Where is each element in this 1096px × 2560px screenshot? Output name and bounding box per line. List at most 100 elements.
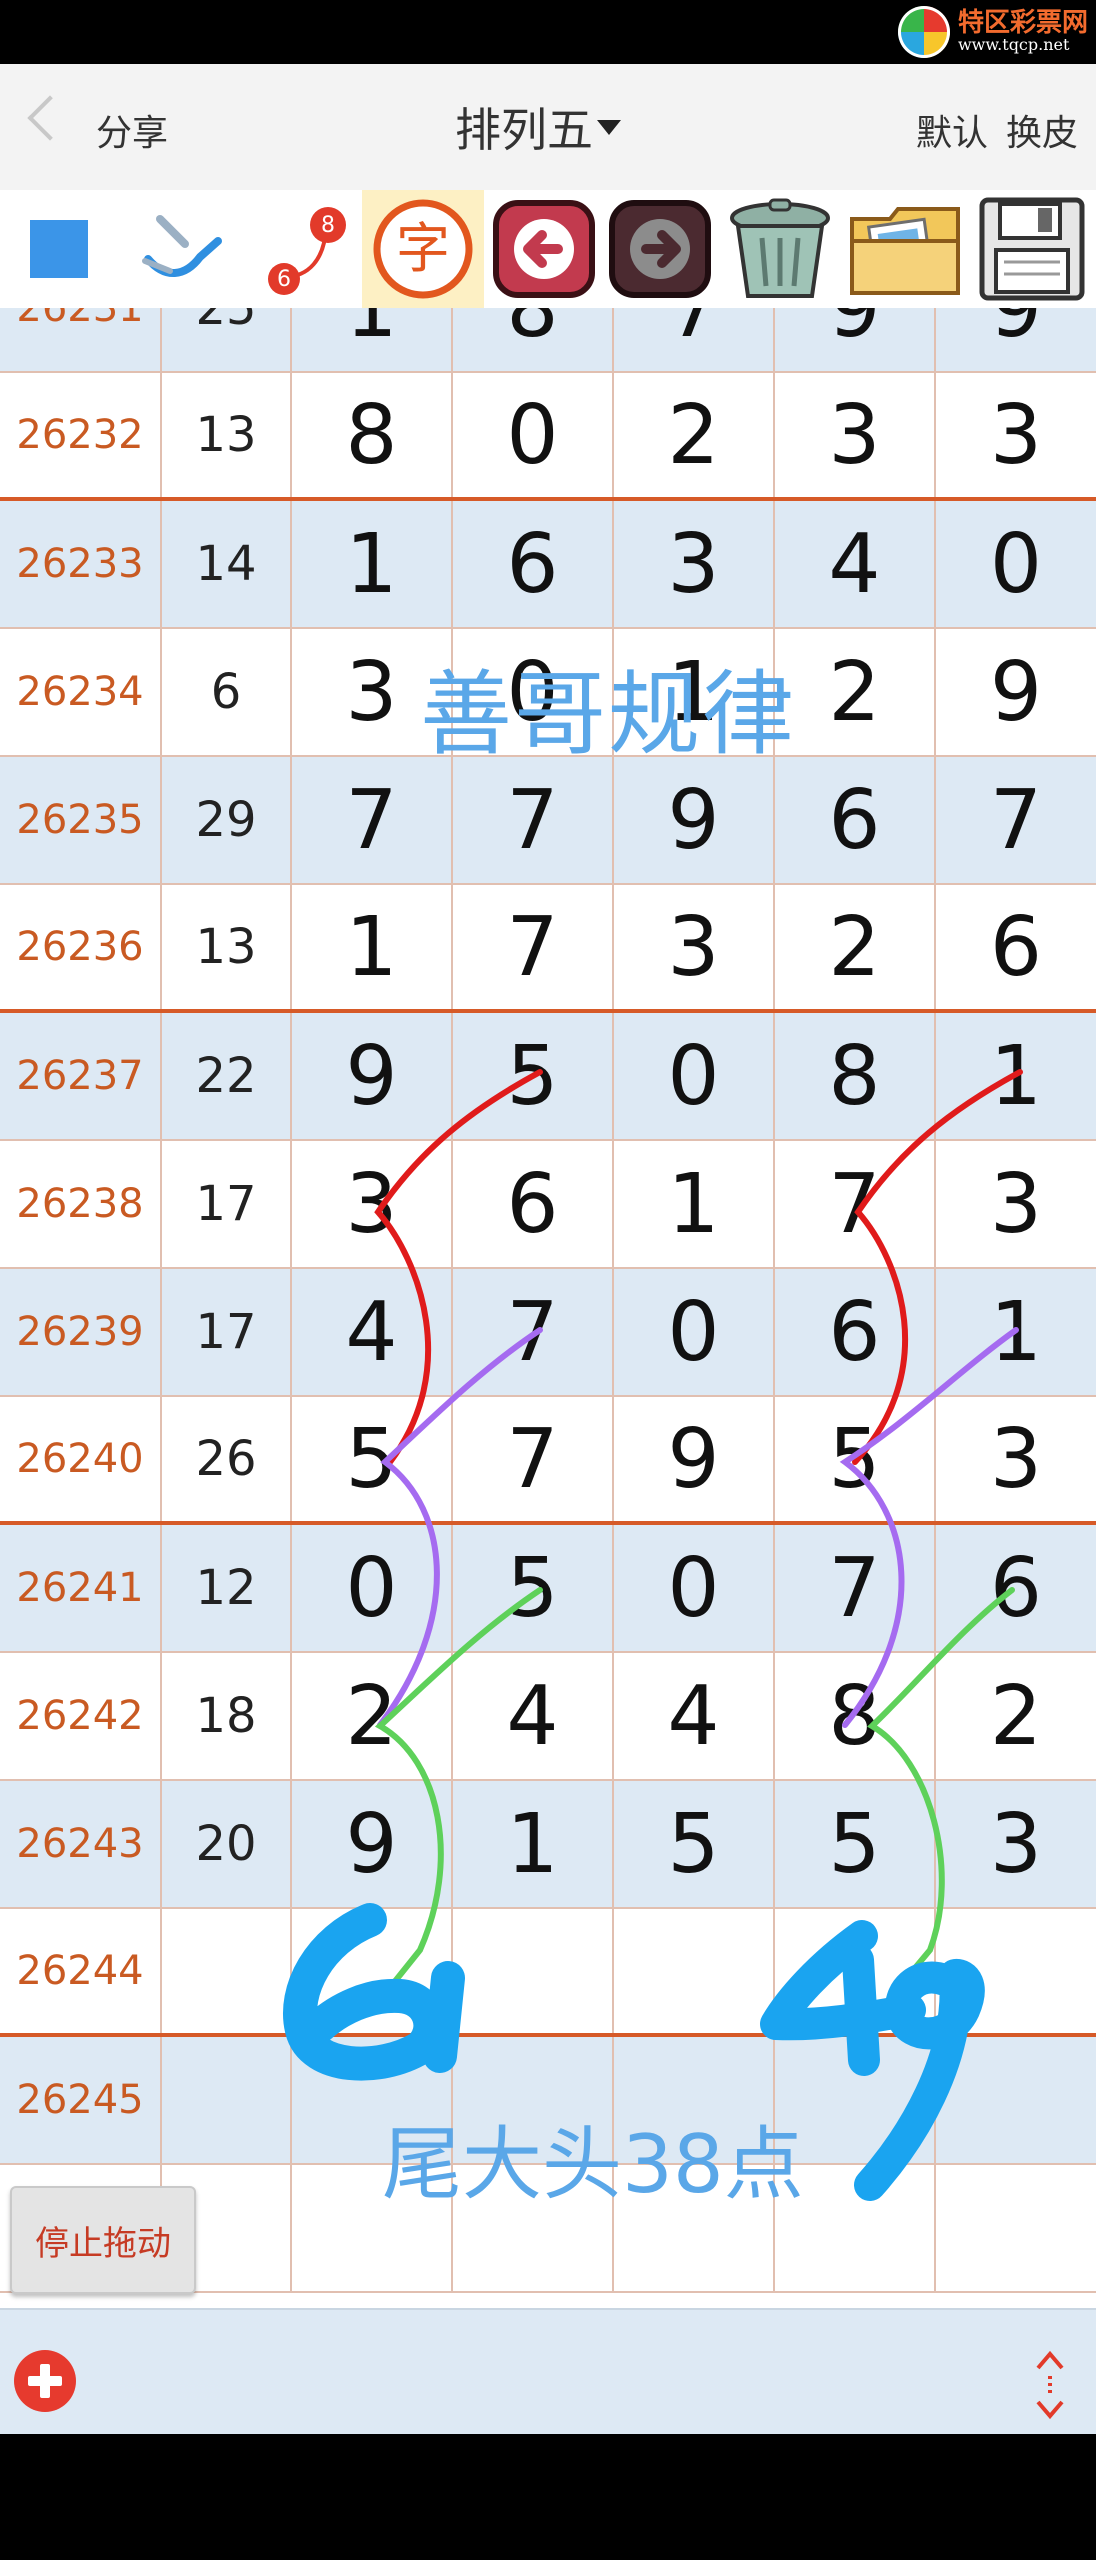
digit-cell-3[interactable]: 7 — [614, 308, 775, 371]
digit-cell-5[interactable]: 2 — [936, 1653, 1096, 1779]
digit-cell-3[interactable]: 2 — [614, 373, 775, 497]
connect-tool-button[interactable]: 8 6 — [250, 190, 358, 308]
table-row[interactable]: 26240 26 5 7 9 5 3 — [0, 1397, 1096, 1525]
digit-cell-3[interactable]: 0 — [614, 1013, 775, 1139]
digit-cell-3[interactable]: 1 — [614, 1141, 775, 1267]
digit-cell-2[interactable]: 7 — [453, 757, 614, 883]
digit-cell-1[interactable]: 9 — [292, 1013, 453, 1139]
digit-cell-2[interactable]: 8 — [453, 308, 614, 371]
digit-cell-1[interactable]: 5 — [292, 1397, 453, 1521]
share-button[interactable]: 分享 — [96, 104, 168, 156]
digit-cell-3[interactable]: 0 — [614, 1525, 775, 1651]
digit-cell-5[interactable] — [936, 2165, 1096, 2291]
table-row[interactable]: 26238 17 3 6 1 7 3 — [0, 1141, 1096, 1269]
digit-cell-5[interactable] — [936, 2037, 1096, 2163]
table-row[interactable]: 26243 20 9 1 5 5 3 — [0, 1781, 1096, 1909]
digit-cell-5[interactable]: 1 — [936, 1013, 1096, 1139]
digit-cell-1[interactable]: 4 — [292, 1269, 453, 1395]
add-icon[interactable] — [14, 2350, 76, 2412]
digit-cell-2[interactable]: 0 — [453, 373, 614, 497]
table-row[interactable]: 26235 29 7 7 9 6 7 — [0, 757, 1096, 885]
table-row[interactable]: 26242 18 2 4 4 8 2 — [0, 1653, 1096, 1781]
digit-cell-2[interactable]: 5 — [453, 1013, 614, 1139]
table-row[interactable]: 26239 17 4 7 0 6 1 — [0, 1269, 1096, 1397]
table-row[interactable]: 26233 14 1 6 3 4 0 — [0, 501, 1096, 629]
digit-cell-4[interactable]: 4 — [775, 501, 936, 627]
digit-cell-1[interactable]: 7 — [292, 757, 453, 883]
digit-cell-1[interactable]: 1 — [292, 308, 453, 371]
table-row[interactable]: 26236 13 1 7 3 2 6 — [0, 885, 1096, 1013]
digit-cell-5[interactable]: 3 — [936, 1141, 1096, 1267]
redo-button[interactable] — [604, 190, 716, 308]
digit-cell-2[interactable]: 1 — [453, 1781, 614, 1907]
digit-cell-2[interactable] — [453, 1909, 614, 2033]
digit-cell-4[interactable]: 2 — [775, 885, 936, 1009]
digit-cell-1[interactable]: 2 — [292, 1653, 453, 1779]
digit-cell-5[interactable]: 3 — [936, 373, 1096, 497]
digit-cell-5[interactable] — [936, 1909, 1096, 2033]
table-row[interactable]: 26231 25 1 8 7 9 9 — [0, 308, 1096, 373]
digit-cell-4[interactable]: 7 — [775, 1525, 936, 1651]
digit-cell-3[interactable]: 3 — [614, 501, 775, 627]
color-picker-button[interactable] — [0, 190, 118, 308]
digit-cell-5[interactable]: 7 — [936, 757, 1096, 883]
digit-cell-4[interactable]: 8 — [775, 1013, 936, 1139]
digit-cell-1[interactable]: 9 — [292, 1781, 453, 1907]
digit-cell-2[interactable]: 7 — [453, 1269, 614, 1395]
digit-cell-4[interactable]: 5 — [775, 1781, 936, 1907]
undo-button[interactable] — [488, 190, 600, 308]
digit-cell-3[interactable] — [614, 1909, 775, 2033]
digit-cell-3[interactable]: 5 — [614, 1781, 775, 1907]
table-row[interactable]: 26232 13 8 0 2 3 3 — [0, 373, 1096, 501]
digit-cell-2[interactable]: 4 — [453, 1653, 614, 1779]
digit-cell-2[interactable]: 7 — [453, 885, 614, 1009]
digit-cell-5[interactable]: 0 — [936, 501, 1096, 627]
default-button[interactable]: 默认 — [916, 104, 988, 156]
digit-cell-4[interactable]: 9 — [775, 308, 936, 371]
table-row[interactable]: 26237 22 9 5 0 8 1 — [0, 1013, 1096, 1141]
up-down-arrows-icon[interactable] — [1032, 2350, 1068, 2420]
digit-cell-3[interactable]: 3 — [614, 885, 775, 1009]
title-dropdown[interactable]: 排列五 — [455, 94, 621, 160]
digit-cell-4[interactable]: 6 — [775, 757, 936, 883]
pen-tool-button[interactable] — [122, 190, 248, 308]
digit-cell-4[interactable] — [775, 1909, 936, 2033]
digit-cell-5[interactable]: 9 — [936, 308, 1096, 371]
save-button[interactable] — [968, 190, 1096, 308]
digit-cell-1[interactable]: 1 — [292, 501, 453, 627]
digit-cell-2[interactable]: 5 — [453, 1525, 614, 1651]
digit-cell-2[interactable]: 6 — [453, 1141, 614, 1267]
digit-cell-1[interactable]: 8 — [292, 373, 453, 497]
digit-cell-1[interactable]: 3 — [292, 1141, 453, 1267]
digit-cell-3[interactable]: 9 — [614, 757, 775, 883]
digit-cell-5[interactable]: 3 — [936, 1397, 1096, 1521]
digit-cell-4[interactable]: 7 — [775, 1141, 936, 1267]
delete-button[interactable] — [720, 190, 840, 308]
digit-cell-2[interactable]: 7 — [453, 1397, 614, 1521]
image-folder-button[interactable] — [844, 190, 966, 308]
digit-cell-4[interactable]: 3 — [775, 373, 936, 497]
change-skin-button[interactable]: 换皮 — [1006, 104, 1078, 156]
digit-cell-5[interactable]: 6 — [936, 1525, 1096, 1651]
digit-cell-3[interactable]: 9 — [614, 1397, 775, 1521]
digit-cell-5[interactable]: 1 — [936, 1269, 1096, 1395]
digit-cell-5[interactable]: 9 — [936, 629, 1096, 755]
digit-cell-5[interactable]: 6 — [936, 885, 1096, 1009]
char-toggle-button[interactable]: 字 — [362, 190, 484, 308]
digit-cell-5[interactable]: 3 — [936, 1781, 1096, 1907]
digit-cell-4[interactable]: 6 — [775, 1269, 936, 1395]
digit-cell-4[interactable]: 8 — [775, 1653, 936, 1779]
table-row[interactable]: 26241 12 0 5 0 7 6 — [0, 1525, 1096, 1653]
digit-cell-3[interactable]: 0 — [614, 1269, 775, 1395]
back-chevron-icon[interactable] — [27, 95, 73, 141]
digit-cell-4[interactable]: 5 — [775, 1397, 936, 1521]
stop-drag-button[interactable]: 停止拖动 — [10, 2186, 196, 2294]
digit-cell-1[interactable] — [292, 1909, 453, 2033]
digit-cell-1[interactable]: 0 — [292, 1525, 453, 1651]
digit-cell-2[interactable]: 6 — [453, 501, 614, 627]
table-row[interactable]: 26244 — [0, 1909, 1096, 2037]
digit-cell-1[interactable]: 1 — [292, 885, 453, 1009]
results-table[interactable]: 26231 25 1 8 7 9 9 26232 13 8 0 2 3 3 26233 14 1 6 3 4 0 2623… — [0, 308, 1096, 2308]
digit-cell-4[interactable]: 2 — [775, 629, 936, 755]
digit-cell-3[interactable]: 4 — [614, 1653, 775, 1779]
